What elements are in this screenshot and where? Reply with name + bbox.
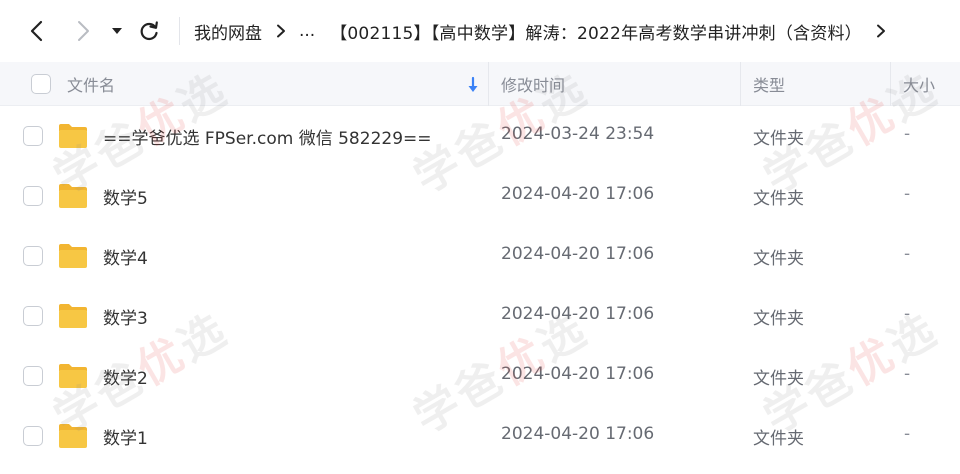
file-type: 文件夹 — [753, 189, 804, 209]
file-modified: 2024-04-20 17:06 — [501, 364, 655, 384]
row-checkbox[interactable] — [23, 126, 43, 146]
table-row[interactable]: ==学爸优选 FPSer.com 微信 582229== 2024-03-24 … — [0, 106, 960, 166]
file-size: - — [904, 364, 911, 384]
folder-icon — [59, 244, 87, 268]
file-name[interactable]: ==学爸优选 FPSer.com 微信 582229== — [103, 124, 432, 149]
refresh-icon — [140, 21, 158, 41]
select-all-checkbox[interactable] — [31, 74, 51, 94]
row-checkbox[interactable] — [23, 306, 43, 326]
column-header-size[interactable]: 大小 — [903, 62, 935, 106]
file-modified: 2024-04-20 17:06 — [501, 244, 655, 264]
column-header-name[interactable]: 文件名 — [67, 62, 115, 106]
column-header-type[interactable]: 类型 — [753, 62, 785, 106]
file-type: 文件夹 — [753, 249, 804, 269]
breadcrumb-root[interactable]: 我的网盘 — [194, 19, 262, 44]
file-type: 文件夹 — [753, 129, 804, 149]
file-type: 文件夹 — [753, 429, 804, 449]
folder-icon — [59, 304, 87, 328]
column-divider[interactable] — [488, 62, 489, 106]
file-modified: 2024-04-20 17:06 — [501, 424, 655, 444]
row-checkbox[interactable] — [23, 246, 43, 266]
folder-icon — [59, 364, 87, 388]
file-list: ==学爸优选 FPSer.com 微信 582229== 2024-03-24 … — [0, 106, 960, 466]
column-divider[interactable] — [890, 62, 891, 106]
row-checkbox[interactable] — [23, 186, 43, 206]
toolbar: 我的网盘 ... 【002115】【高中数学】解涛：2022年高考数学串讲冲刺（… — [0, 0, 960, 62]
column-header-modified[interactable]: 修改时间 — [501, 62, 565, 106]
table-row[interactable]: 数学1 2024-04-20 17:06 文件夹 - — [0, 406, 960, 466]
file-name[interactable]: 数学4 — [103, 244, 148, 269]
chevron-left-icon — [30, 20, 43, 42]
file-size: - — [904, 424, 911, 444]
file-modified: 2024-04-20 17:06 — [501, 184, 655, 204]
refresh-button[interactable] — [134, 16, 164, 46]
table-row[interactable]: 数学4 2024-04-20 17:06 文件夹 - — [0, 226, 960, 286]
arrow-down-sort-icon[interactable] — [466, 76, 480, 94]
breadcrumb: 我的网盘 ... 【002115】【高中数学】解涛：2022年高考数学串讲冲刺（… — [194, 19, 899, 44]
folder-icon — [59, 124, 87, 148]
file-size: - — [904, 304, 911, 324]
chevron-right-icon — [78, 21, 89, 41]
file-modified: 2024-03-24 23:54 — [501, 124, 655, 144]
folder-icon — [59, 424, 87, 448]
file-size: - — [904, 184, 911, 204]
file-size: - — [904, 124, 911, 144]
table-row[interactable]: 数学2 2024-04-20 17:06 文件夹 - — [0, 346, 960, 406]
history-dropdown-button[interactable] — [104, 16, 130, 46]
table-header: 文件名 修改时间 类型 大小 — [0, 62, 960, 106]
toolbar-divider — [179, 17, 180, 45]
file-name[interactable]: 数学5 — [103, 184, 148, 209]
breadcrumb-ellipsis[interactable]: ... — [299, 21, 315, 41]
row-checkbox[interactable] — [23, 426, 43, 446]
table-row[interactable]: 数学3 2024-04-20 17:06 文件夹 - — [0, 286, 960, 346]
file-modified: 2024-04-20 17:06 — [501, 304, 655, 324]
file-name[interactable]: 数学3 — [103, 304, 148, 329]
table-row[interactable]: 数学5 2024-04-20 17:06 文件夹 - — [0, 166, 960, 226]
file-name[interactable]: 数学2 — [103, 364, 148, 389]
file-type: 文件夹 — [753, 369, 804, 389]
file-type: 文件夹 — [753, 309, 804, 329]
folder-icon — [59, 184, 87, 208]
forward-button[interactable] — [68, 16, 98, 46]
file-size: - — [904, 244, 911, 264]
column-divider[interactable] — [740, 62, 741, 106]
chevron-right-icon — [276, 24, 286, 38]
caret-down-icon — [112, 28, 122, 34]
row-checkbox[interactable] — [23, 366, 43, 386]
breadcrumb-current[interactable]: 【002115】【高中数学】解涛：2022年高考数学串讲冲刺（含资料） — [330, 19, 862, 44]
file-browser: 我的网盘 ... 【002115】【高中数学】解涛：2022年高考数学串讲冲刺（… — [0, 0, 960, 474]
file-name[interactable]: 数学1 — [103, 424, 148, 449]
chevron-right-icon[interactable] — [876, 24, 886, 38]
back-button[interactable] — [22, 16, 52, 46]
